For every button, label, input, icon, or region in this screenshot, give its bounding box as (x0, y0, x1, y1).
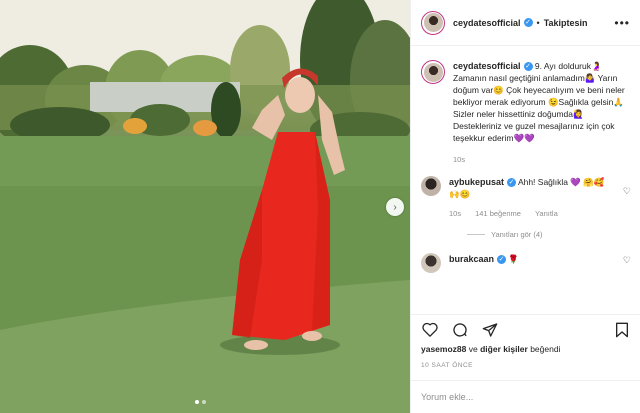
likes-suffix: beğendi (530, 344, 561, 354)
bookmark-icon (616, 322, 628, 337)
caption-meta: 10s (453, 154, 631, 166)
comment-item: aybukepusat ✓ Ahh! Sağlıkla 💜 🤗🥰🙌😊 10s 14… (421, 176, 631, 220)
avatar[interactable] (421, 60, 445, 84)
chevron-right-icon: › (393, 201, 397, 213)
comment-button[interactable] (451, 321, 469, 339)
comment-username[interactable]: aybukepusat (449, 177, 504, 187)
comment-username[interactable]: burakcaan (449, 254, 494, 264)
caption-text: 9. Ayı dolduruk🤰 Zamanın nasıl geçtiğini… (453, 61, 625, 143)
next-photo-button[interactable]: › (386, 198, 404, 216)
comments-list: ceydatesofficial ✓ 9. Ayı dolduruk🤰 Zaman… (411, 46, 640, 314)
liked-by-user[interactable]: yasemoz88 (421, 344, 466, 354)
comment-like-heart-icon[interactable]: ♡ (623, 186, 631, 197)
caption: ceydatesofficial ✓ 9. Ayı dolduruk🤰 Zaman… (421, 60, 631, 166)
avatar[interactable] (421, 10, 445, 35)
verified-icon: ✓ (523, 18, 533, 27)
caption-username[interactable]: ceydatesofficial (453, 61, 521, 71)
verified-icon: ✓ (497, 255, 507, 265)
verified-icon: ✓ (507, 178, 517, 188)
like-button[interactable] (421, 321, 439, 339)
post-photo[interactable]: › (0, 0, 410, 413)
post-side-panel: ceydatesofficial ✓ • Takiptesin ••• ceyd… (410, 0, 640, 413)
share-icon (482, 322, 498, 337)
carousel-dot (202, 400, 206, 404)
view-replies[interactable]: Yanıtları gör (4) (467, 230, 631, 239)
follow-status-button[interactable]: Takiptesin (544, 18, 588, 28)
add-comment-input[interactable] (421, 392, 631, 402)
carousel-dot (195, 400, 199, 404)
verified-icon: ✓ (523, 62, 533, 72)
comment-text: 🌹 (508, 254, 519, 264)
comment-icon (453, 322, 467, 337)
comment-meta: 10s 141 beğenme Yanıtla (449, 208, 615, 220)
more-icon[interactable]: ••• (614, 16, 630, 30)
liked-by-others[interactable]: diğer kişiler (480, 344, 528, 354)
reply-button[interactable]: Yanıtla (535, 208, 558, 220)
action-bar (411, 314, 640, 344)
comment-time[interactable]: 10s (449, 208, 461, 220)
likes-connector: ve (468, 344, 478, 354)
post-username[interactable]: ceydatesofficial (453, 18, 521, 28)
share-button[interactable] (481, 321, 499, 339)
heart-icon (422, 322, 438, 337)
likes-summary: yasemoz88 ve diğer kişiler beğendi (421, 344, 560, 354)
comment-likes[interactable]: 141 beğenme (475, 208, 521, 220)
avatar[interactable] (421, 253, 441, 273)
comment-body: burakcaan ✓ 🌹 (449, 253, 615, 265)
photo-scene (0, 0, 410, 413)
save-button[interactable] (613, 321, 631, 339)
separator-dot: • (536, 17, 540, 28)
caption-body: ceydatesofficial ✓ 9. Ayı dolduruk🤰 Zaman… (453, 60, 631, 166)
avatar[interactable] (421, 176, 441, 196)
comment-body: aybukepusat ✓ Ahh! Sağlıkla 💜 🤗🥰🙌😊 10s 14… (449, 176, 615, 220)
post-header: ceydatesofficial ✓ • Takiptesin ••• (411, 0, 640, 46)
carousel-indicator (195, 400, 206, 404)
post-timestamp[interactable]: 10 SAAT ÖNCE (421, 362, 473, 369)
comment-like-heart-icon[interactable]: ♡ (623, 255, 631, 266)
caption-time[interactable]: 10s (453, 154, 465, 166)
comment-item: burakcaan ✓ 🌹 ♡ (421, 253, 631, 273)
replies-line (467, 234, 485, 235)
add-comment-bar (411, 380, 640, 413)
view-replies-label[interactable]: Yanıtları gör (4) (491, 230, 543, 239)
